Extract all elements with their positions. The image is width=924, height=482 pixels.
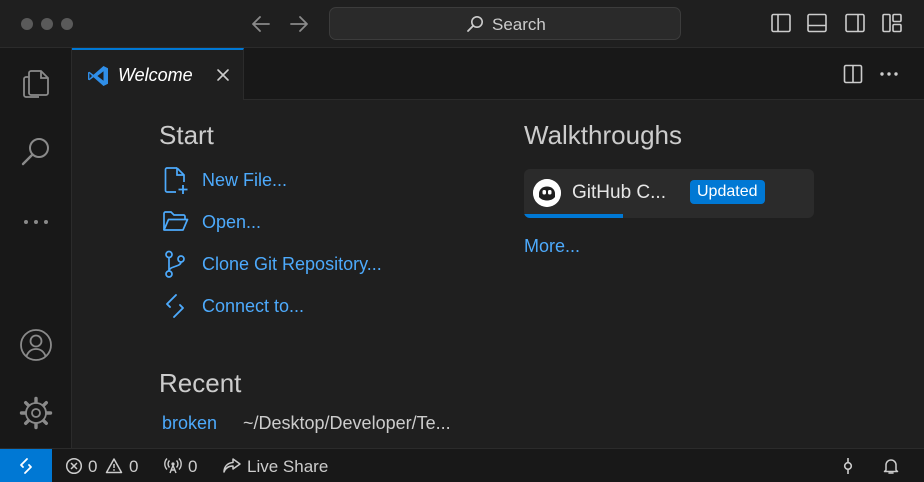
ports-broadcast-icon[interactable] (164, 457, 182, 475)
remote-icon (20, 458, 32, 474)
new-file-label: New File... (202, 170, 288, 190)
split-editor-icon[interactable] (842, 63, 864, 85)
search-icon (467, 16, 483, 32)
notifications-bell-icon[interactable] (882, 457, 900, 475)
settings-gear-icon[interactable] (18, 395, 54, 431)
open-label: Open... (202, 212, 262, 232)
tab-title: Welcome (118, 65, 193, 85)
ports-count[interactable]: 0 (188, 457, 197, 476)
tab-welcome[interactable]: Welcome (72, 48, 244, 100)
forward-arrow-icon[interactable] (287, 12, 311, 36)
folder-open-icon (163, 211, 189, 231)
command-center-search[interactable]: Search (329, 7, 681, 40)
recent-heading: Recent (159, 368, 242, 398)
git-branch-icon (165, 250, 185, 278)
walkthrough-card[interactable]: GitHub C... Updated (524, 169, 814, 218)
new-file-link[interactable]: New File... (160, 165, 460, 195)
editor-tab-bar: Welcome (72, 48, 924, 100)
updated-badge: Updated (690, 180, 765, 204)
clone-git-repository-label: Clone Git Repository... (202, 254, 382, 274)
remote-icon (166, 294, 184, 318)
recent-item-path: ~/Desktop/Developer/Te... (243, 413, 451, 433)
activity-bar (0, 48, 72, 448)
error-icon[interactable] (65, 457, 83, 475)
welcome-page: Start New File... Open... Clone Git Repo… (72, 100, 924, 448)
toggle-panel-icon[interactable] (806, 12, 828, 34)
walkthroughs-heading: Walkthroughs (524, 120, 682, 150)
title-bar: Search (0, 0, 924, 48)
search-label: Search (492, 15, 546, 34)
search-view-icon[interactable] (18, 134, 54, 170)
explorer-files-icon[interactable] (18, 65, 54, 101)
start-heading: Start (159, 120, 214, 150)
new-file-icon (164, 167, 188, 194)
accounts-icon[interactable] (18, 327, 54, 363)
back-arrow-icon[interactable] (249, 12, 273, 36)
window-zoom-button[interactable] (61, 18, 73, 30)
more-walkthroughs-link[interactable]: More... (524, 236, 580, 256)
more-actions-icon[interactable] (878, 63, 900, 85)
copilot-icon (533, 179, 561, 207)
live-share-icon[interactable] (222, 457, 242, 475)
walkthrough-title: GitHub C... (572, 182, 666, 203)
warning-icon[interactable] (105, 457, 123, 475)
clone-git-repository-link[interactable]: Clone Git Repository... (160, 249, 460, 279)
toggle-secondary-sidebar-icon[interactable] (844, 12, 866, 34)
live-share-label[interactable]: Live Share (247, 457, 328, 476)
open-link[interactable]: Open... (160, 207, 460, 237)
more-views-icon[interactable] (18, 204, 54, 240)
close-icon[interactable] (214, 66, 232, 84)
remote-indicator-button[interactable] (0, 449, 52, 482)
recent-item-name[interactable]: broken (162, 413, 217, 433)
status-bar: 0 0 0 Live Share (0, 448, 924, 482)
window-close-button[interactable] (21, 18, 33, 30)
warning-count[interactable]: 0 (129, 457, 138, 476)
git-commit-icon[interactable] (839, 457, 857, 475)
window-minimize-button[interactable] (41, 18, 53, 30)
connect-to-link[interactable]: Connect to... (160, 291, 460, 321)
connect-to-label: Connect to... (202, 296, 305, 316)
walkthrough-progress-bar (524, 214, 623, 218)
customize-layout-icon[interactable] (881, 12, 903, 34)
toggle-primary-sidebar-icon[interactable] (770, 12, 792, 34)
error-count[interactable]: 0 (88, 457, 97, 476)
vscode-logo-icon (88, 66, 108, 86)
